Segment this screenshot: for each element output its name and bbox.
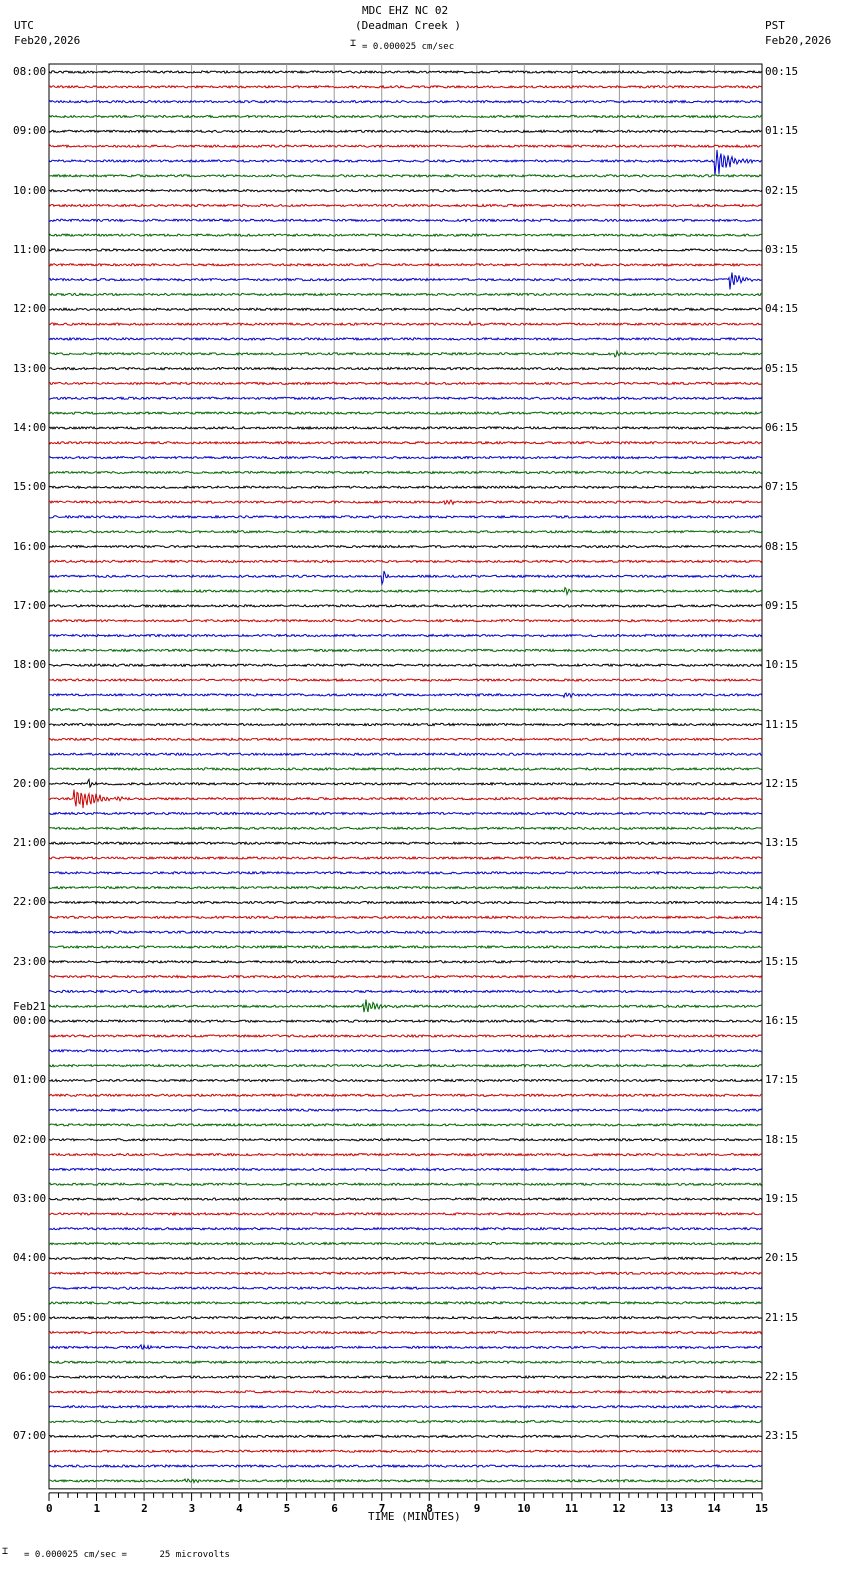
trace-line	[48, 1271, 763, 1276]
trace-line	[48, 855, 763, 861]
trace-line	[48, 1477, 763, 1484]
trace-line	[48, 396, 763, 401]
trace-line	[49, 662, 763, 668]
trace-line	[48, 529, 763, 534]
trace-line	[48, 722, 763, 727]
trace-line	[48, 349, 763, 358]
trace-line	[48, 707, 763, 712]
trace-line	[48, 1211, 763, 1217]
trace-line	[48, 1182, 763, 1187]
trace-line	[48, 262, 763, 267]
trace-line	[48, 188, 763, 193]
trace-line	[48, 514, 763, 520]
trace-line	[48, 1404, 763, 1409]
trace-line	[48, 144, 763, 149]
trace-line	[48, 766, 763, 772]
trace-line	[48, 307, 763, 312]
trace-line	[48, 440, 763, 445]
seismogram-svg	[48, 63, 763, 1501]
trace-line	[48, 272, 763, 290]
trace-line	[48, 915, 763, 920]
trace-line	[48, 789, 763, 809]
trace-line	[48, 944, 763, 950]
trace-line	[48, 1315, 763, 1320]
trace-line	[48, 1197, 763, 1202]
trace-line	[48, 470, 763, 475]
trace-line	[48, 633, 763, 638]
trace-line	[48, 1137, 763, 1142]
trace-line	[48, 751, 763, 757]
trace-line	[48, 647, 763, 653]
trace-line	[48, 1300, 763, 1306]
trace-line	[48, 1048, 763, 1053]
trace-line	[48, 366, 763, 371]
trace-line	[48, 826, 763, 831]
trace-line	[48, 1449, 763, 1454]
trace-line	[48, 544, 763, 549]
trace-line	[48, 900, 763, 905]
trace-line	[48, 1343, 763, 1350]
trace-line	[49, 559, 763, 564]
trace-line	[48, 930, 763, 935]
trace-line	[48, 69, 763, 75]
trace-line	[48, 1018, 763, 1024]
trace-line	[48, 1063, 763, 1068]
trace-line	[48, 129, 763, 134]
trace-line	[48, 485, 763, 490]
trace-line	[48, 1330, 763, 1335]
trace-line	[48, 292, 763, 297]
trace-line	[48, 84, 763, 89]
trace-line	[48, 1389, 763, 1395]
trace-line	[48, 885, 763, 890]
trace-line	[48, 1374, 763, 1380]
trace-line	[48, 1285, 763, 1291]
trace-line	[48, 149, 763, 175]
trace-line	[48, 586, 763, 597]
trace-line	[48, 603, 763, 609]
trace-line	[48, 425, 763, 431]
trace-line	[48, 570, 763, 586]
trace-line	[48, 1256, 763, 1261]
trace-line	[48, 777, 763, 789]
trace-line	[48, 173, 763, 179]
plot-frame	[48, 63, 763, 1490]
trace-line	[48, 411, 763, 416]
trace-line	[48, 811, 763, 816]
trace-line	[48, 499, 763, 506]
trace-line	[48, 455, 763, 460]
trace-line	[48, 1241, 763, 1246]
trace-line	[48, 99, 763, 104]
trace-line	[48, 1033, 763, 1039]
trace-line	[48, 1078, 763, 1083]
trace-line	[48, 336, 763, 342]
trace-line	[48, 959, 763, 965]
trace-line	[48, 1360, 763, 1365]
trace-line	[48, 1434, 763, 1439]
trace-line	[48, 692, 763, 699]
trace-line	[48, 1107, 763, 1113]
trace-line	[48, 232, 763, 238]
trace-line	[48, 1419, 763, 1424]
trace-line	[48, 320, 763, 327]
trace-line	[48, 1093, 762, 1098]
trace-line	[48, 1152, 763, 1157]
trace-line	[48, 1463, 763, 1469]
helicorder-plot: MDC EHZ NC 02 (Deadman Creek ) UTC Feb20…	[0, 0, 850, 1584]
trace-line	[48, 618, 763, 623]
trace-line	[48, 974, 763, 979]
trace-line	[49, 1122, 763, 1128]
trace-line	[48, 737, 763, 742]
trace-line	[48, 381, 763, 386]
trace-line	[48, 989, 763, 994]
trace-line	[48, 114, 763, 119]
trace-line	[48, 218, 763, 223]
trace-line	[48, 999, 763, 1013]
trace-line	[48, 203, 763, 208]
trace-line	[48, 247, 763, 253]
trace-line	[48, 1167, 763, 1172]
trace-line	[48, 677, 763, 683]
trace-line	[48, 841, 763, 846]
trace-line	[48, 1226, 763, 1231]
trace-line	[48, 870, 763, 876]
